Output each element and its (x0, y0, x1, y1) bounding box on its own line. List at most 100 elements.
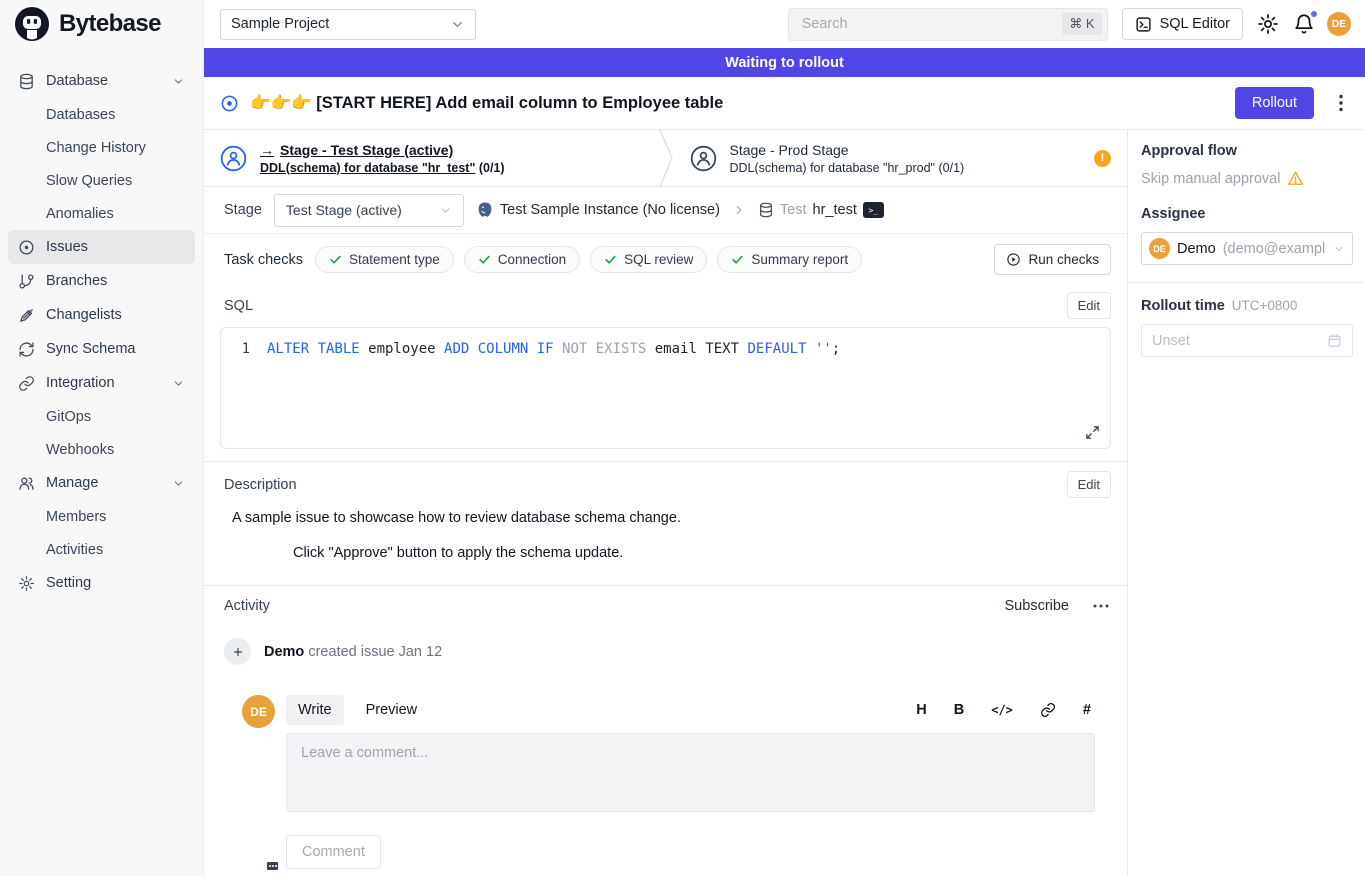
status-banner: Waiting to rollout (204, 48, 1365, 77)
activity-menu-button[interactable] (1091, 602, 1111, 610)
stage-selector-row: Stage Test Stage (active) Test Sample In… (204, 187, 1127, 234)
search-input[interactable] (800, 15, 1063, 33)
description-title: Description (224, 477, 297, 493)
rollout-time-picker[interactable]: Unset (1141, 324, 1353, 357)
sidebar-item-label: Members (46, 509, 106, 525)
database-icon (758, 202, 774, 218)
stage-task-link[interactable]: DDL(schema) for database "hr_test" (260, 161, 475, 175)
settings-button[interactable] (1257, 13, 1279, 35)
left-sidebar: Bytebase Database Databases Change Histo… (0, 0, 204, 876)
status-banner-text: Waiting to rollout (725, 55, 844, 71)
sidebar-item-gitops[interactable]: GitOps (8, 400, 195, 433)
sidebar-item-setting[interactable]: Setting (8, 566, 195, 600)
play-circle-icon (1006, 252, 1021, 267)
comment-avatar: DE (242, 695, 275, 728)
check-pill-label: Connection (498, 252, 566, 267)
sidebar-item-sync-schema[interactable]: Sync Schema (8, 332, 195, 366)
sql-editor-button[interactable]: SQL Editor (1122, 8, 1243, 40)
activity-actor: Demo (264, 644, 304, 660)
sql-edit-button[interactable]: Edit (1067, 292, 1111, 319)
markdown-toolbar: H B </> # (916, 702, 1095, 718)
comment-editor: DE Write Preview H B </> (242, 695, 1095, 869)
stage-pipeline: → Stage - Test Stage (active) DDL(schema… (204, 130, 1127, 187)
sidebar-item-label: Activities (46, 542, 103, 558)
top-bar: Sample Project ⌘ K SQL Editor DE (204, 0, 1365, 48)
sidebar-item-changelists[interactable]: Changelists (8, 298, 195, 332)
rollout-button[interactable]: Rollout (1235, 87, 1314, 119)
sidebar-item-change-history[interactable]: Change History (8, 131, 195, 164)
sidebar-item-webhooks[interactable]: Webhooks (8, 433, 195, 466)
check-pill-statement-type[interactable]: Statement type (315, 246, 454, 273)
stage-card-prod[interactable]: Stage - Prod Stage DDL(schema) for datab… (674, 130, 1128, 186)
sql-section-header: SQL Edit (204, 284, 1127, 325)
assignee-select[interactable]: DE Demo (demo@example (1141, 232, 1353, 265)
sidebar-item-label: Changelists (46, 307, 122, 323)
gear-icon (18, 575, 35, 592)
sql-fullscreen-button[interactable] (1085, 425, 1100, 440)
sidebar-item-label: Anomalies (46, 206, 114, 222)
stage-card-test[interactable]: → Stage - Test Stage (active) DDL(schema… (204, 130, 658, 186)
sidebar-item-branches[interactable]: Branches (8, 264, 195, 298)
hash-icon[interactable]: # (1083, 702, 1091, 718)
bytebase-logo-icon (13, 5, 51, 43)
sidebar-item-issues[interactable]: Issues (8, 230, 195, 264)
sidebar-item-label: GitOps (46, 409, 91, 425)
chevron-right-icon (732, 203, 746, 217)
main-area: Sample Project ⌘ K SQL Editor DE (204, 0, 1365, 876)
assignee-email: (demo@example (1223, 241, 1326, 257)
chevron-down-icon (172, 75, 185, 88)
task-checks-row: Task checks Statement type Connection SQ… (204, 234, 1127, 284)
chat-bubble-icon (265, 860, 280, 872)
project-selector[interactable]: Sample Project (220, 9, 476, 40)
stage-select[interactable]: Test Stage (active) (274, 194, 464, 227)
tab-write[interactable]: Write (286, 695, 344, 725)
subscribe-button[interactable]: Subscribe (1005, 598, 1069, 614)
open-sql-editor-icon[interactable]: >_ (863, 202, 884, 218)
issue-menu-button[interactable] (1333, 90, 1349, 116)
sidebar-item-anomalies[interactable]: Anomalies (8, 197, 195, 230)
run-checks-label: Run checks (1028, 252, 1099, 267)
sidebar-item-members[interactable]: Members (8, 500, 195, 533)
database-name: hr_test (813, 202, 857, 218)
changelist-pencils-icon (18, 307, 35, 324)
kebab-menu-icon (1339, 94, 1343, 112)
sidebar-item-databases[interactable]: Databases (8, 98, 195, 131)
instance-link[interactable]: Test Sample Instance (No license) (476, 201, 720, 219)
check-pill-sql-review[interactable]: SQL review (590, 246, 707, 273)
rollout-time-value: Unset (1152, 333, 1190, 349)
sidebar-item-integration[interactable]: Integration (8, 366, 195, 400)
sidebar-item-manage[interactable]: Manage (8, 466, 195, 500)
issue-title: 👉👉👉 [START HERE] Add email column to Emp… (250, 94, 723, 113)
expand-icon (1085, 425, 1100, 440)
run-checks-button[interactable]: Run checks (994, 244, 1111, 275)
search-box[interactable]: ⌘ K (788, 8, 1108, 41)
bold-icon[interactable]: B (954, 702, 964, 718)
sidebar-item-label: Webhooks (46, 442, 114, 458)
code-icon[interactable]: </> (991, 703, 1013, 717)
plus-glyph (232, 646, 244, 658)
sidebar-item-slow-queries[interactable]: Slow Queries (8, 164, 195, 197)
postgres-icon (476, 201, 494, 219)
assignee-name: Demo (1177, 241, 1216, 257)
sql-editor[interactable]: 1ALTER TABLE employee ADD COLUMN IF NOT … (220, 327, 1111, 449)
sidebar-item-activities[interactable]: Activities (8, 533, 195, 566)
issue-header: 👉👉👉 [START HERE] Add email column to Emp… (204, 77, 1365, 130)
database-link[interactable]: Test hr_test >_ (758, 202, 884, 218)
notifications-button[interactable] (1293, 13, 1315, 35)
sidebar-item-database[interactable]: Database (8, 64, 195, 98)
heading-icon[interactable]: H (916, 702, 926, 718)
user-avatar[interactable]: DE (1327, 12, 1351, 36)
terminal-icon (1135, 16, 1152, 33)
activity-title: Activity (224, 598, 270, 614)
description-edit-button[interactable]: Edit (1067, 471, 1111, 498)
check-pill-connection[interactable]: Connection (464, 246, 580, 273)
comment-textarea[interactable] (286, 733, 1095, 812)
description-text: A sample issue to showcase how to review… (224, 510, 1111, 526)
brand-logo[interactable]: Bytebase (0, 0, 203, 48)
check-pill-summary-report[interactable]: Summary report (717, 246, 862, 273)
issue-detail-column: → Stage - Test Stage (active) DDL(schema… (204, 130, 1128, 876)
comment-submit-button[interactable]: Comment (286, 835, 381, 869)
database-icon (18, 73, 35, 90)
link-icon[interactable] (1040, 702, 1056, 718)
tab-preview[interactable]: Preview (354, 695, 430, 725)
